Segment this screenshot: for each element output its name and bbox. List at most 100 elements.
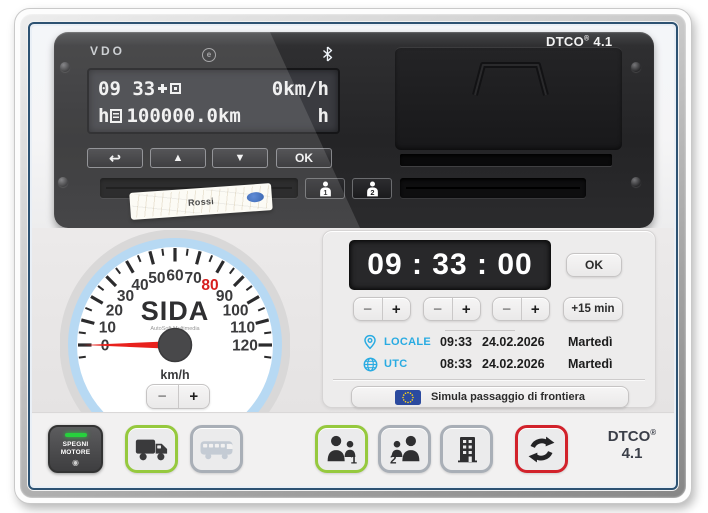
clock-ok-button[interactable]: OK [566, 253, 622, 277]
controls-section: 0102030405060708090100110120 SIDA AutoSo… [32, 228, 674, 412]
up-button[interactable]: ▲ [150, 148, 206, 168]
back-button[interactable]: ↩ [87, 148, 143, 168]
driver-2-icon: 2 [389, 434, 421, 464]
gauge-unit: km/h [160, 368, 189, 382]
driver-2-button[interactable]: 2 [378, 425, 431, 473]
speed-plus-button[interactable]: + [179, 385, 210, 408]
reset-button[interactable] [515, 425, 568, 473]
globe-icon [363, 357, 379, 372]
driver-1-key[interactable]: 1 [305, 178, 345, 199]
driver-card-name: Rossi [188, 196, 215, 208]
border-crossing-button[interactable]: Simula passaggio di frontiera [351, 386, 629, 408]
device-inner-frame: DTCO® 4.1 VDO e 09 33 0km/h [28, 22, 678, 490]
svg-text:1: 1 [350, 453, 357, 464]
divider [333, 379, 645, 380]
dtco-simulator-window: DTCO® 4.1 VDO e 09 33 0km/h [0, 0, 708, 513]
screw-icon [60, 62, 70, 72]
person-2-icon: 2 [365, 181, 380, 197]
printer-handle-icon [395, 48, 622, 151]
svg-text:2: 2 [390, 453, 397, 464]
hours-stepper: − + [353, 297, 411, 321]
screw-icon [631, 177, 641, 187]
card-flag-icon [247, 192, 265, 203]
local-day: Martedì [568, 335, 612, 349]
display-odometer: 100000.0km [126, 105, 240, 127]
driver-1-button[interactable]: 1 [315, 425, 368, 473]
driver-card-icon [110, 109, 122, 123]
power-icon: ◉ [72, 459, 79, 467]
svg-text:60: 60 [166, 268, 183, 285]
display-line-2: h 100000.0km h [98, 102, 329, 129]
display-time: 09 33 [98, 78, 155, 100]
speed-stepper: − + [146, 384, 210, 409]
local-date: 24.02.2026 [482, 335, 568, 349]
device-metal-bezel: DTCO® 4.1 VDO e 09 33 0km/h [20, 14, 686, 498]
svg-text:100: 100 [223, 303, 249, 320]
tachograph-unit: DTCO® 4.1 VDO e 09 33 0km/h [54, 32, 654, 228]
tachograph-display: 09 33 0km/h h 100000.0km h [87, 68, 340, 134]
engine-off-button[interactable]: SPEGNIMOTORE ◉ [48, 425, 103, 473]
content-area: DTCO® 4.1 VDO e 09 33 0km/h [32, 26, 674, 486]
clock-panel: 09 : 33 : 00 OK − + − + − + +15 min [322, 230, 656, 408]
seconds-stepper: − + [492, 297, 550, 321]
local-time-row: LOCALE 09:33 24.02.2026 Martedì [363, 334, 612, 350]
gauge-brand: SIDA [141, 296, 210, 326]
svg-text:120: 120 [232, 338, 258, 355]
plus-icon [158, 84, 167, 93]
action-bar: SPEGNIMOTORE ◉ [32, 414, 674, 486]
dtco-version-label: DTCO® 4.1 [599, 428, 665, 463]
utc-time: 08:33 [440, 357, 482, 371]
svg-text:70: 70 [184, 270, 201, 287]
screw-icon [631, 62, 641, 72]
bus-icon [200, 438, 233, 461]
driver-2-key[interactable]: 2 [352, 178, 392, 199]
tachograph-section: DTCO® 4.1 VDO e 09 33 0km/h [32, 26, 674, 228]
hours-plus-button[interactable]: + [383, 298, 411, 320]
seconds-plus-button[interactable]: + [522, 298, 550, 320]
svg-text:1: 1 [323, 187, 327, 196]
ok-button[interactable]: OK [276, 148, 332, 168]
company-button[interactable] [440, 425, 493, 473]
seconds-minus-button[interactable]: − [493, 298, 522, 320]
eu-flag-icon [395, 390, 421, 405]
minutes-plus-button[interactable]: + [453, 298, 481, 320]
company-icon [453, 435, 481, 464]
local-time: 09:33 [440, 335, 482, 349]
utc-label: UTC [384, 358, 440, 370]
location-pin-icon [363, 334, 379, 350]
emark-icon: e [202, 48, 216, 62]
device-outer-bezel: DTCO® 4.1 VDO e 09 33 0km/h [14, 8, 692, 504]
truck-icon [135, 437, 169, 462]
speed-minus-button[interactable]: − [147, 385, 179, 408]
down-button[interactable]: ▼ [212, 148, 268, 168]
person-1-icon: 1 [318, 181, 333, 197]
border-crossing-label: Simula passaggio di frontiera [431, 391, 585, 403]
truck-mode-button[interactable] [125, 425, 178, 473]
display-speed: 0km/h [272, 78, 329, 100]
svg-text:50: 50 [148, 270, 165, 287]
utc-time-row: UTC 08:33 24.02.2026 Martedì [363, 356, 612, 372]
svg-text:20: 20 [106, 303, 123, 320]
card-slot-2[interactable] [400, 178, 586, 198]
svg-text:10: 10 [99, 319, 116, 336]
vdo-logo: VDO [90, 44, 125, 58]
minutes-stepper: − + [423, 297, 481, 321]
minutes-minus-button[interactable]: − [424, 298, 453, 320]
divider [445, 330, 515, 331]
display-line-1: 09 33 0km/h [98, 75, 329, 102]
svg-text:110: 110 [230, 319, 255, 336]
printer-paper-slot [400, 154, 612, 166]
svg-text:2: 2 [370, 187, 374, 196]
svg-text:40: 40 [131, 277, 148, 294]
bus-mode-button[interactable] [190, 425, 243, 473]
local-label: LOCALE [384, 336, 440, 348]
standby-icon [170, 83, 181, 94]
driver1-activity: h [98, 105, 109, 127]
utc-date: 24.02.2026 [482, 357, 568, 371]
utc-day: Martedì [568, 357, 612, 371]
printer-door[interactable] [395, 47, 622, 150]
plus-15-min-button[interactable]: +15 min [563, 297, 623, 321]
bluetooth-icon [322, 46, 333, 67]
clock-display: 09 : 33 : 00 [349, 240, 551, 290]
hours-minus-button[interactable]: − [354, 298, 383, 320]
